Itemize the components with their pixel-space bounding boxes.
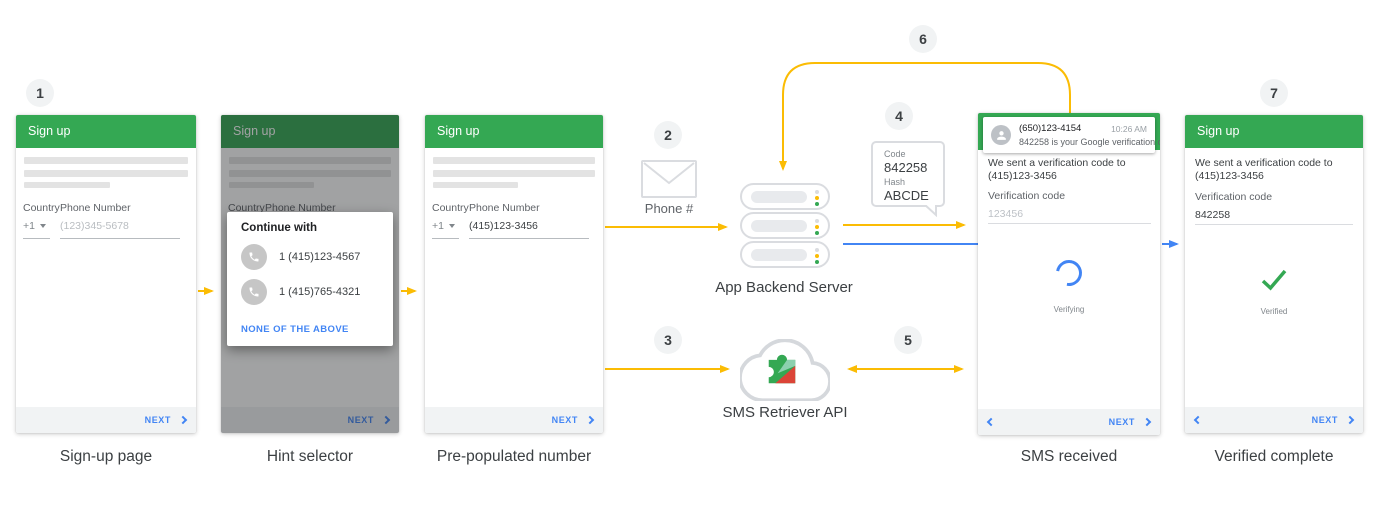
next-button[interactable]: NEXT: [1109, 417, 1152, 427]
verification-code-input[interactable]: 123456: [988, 208, 1023, 221]
server-icon: [740, 241, 830, 268]
phone-icon: [241, 244, 267, 270]
caption-hint: Hint selector: [266, 448, 354, 465]
step-badge-7: 7: [1260, 79, 1288, 107]
next-button[interactable]: NEXT: [145, 415, 188, 425]
caption-signup: Sign-up page: [59, 448, 153, 465]
placeholder-bar: [24, 170, 188, 177]
caption-verified: Verified complete: [1214, 448, 1334, 465]
chevron-right-icon: [1142, 417, 1152, 427]
phone-number-label: Phone Number: [60, 202, 131, 214]
code-underline: [988, 223, 1151, 224]
envelope-icon: [641, 160, 697, 198]
server-icon: [740, 183, 830, 210]
none-of-the-above-link[interactable]: NONE OF THE ABOVE: [241, 324, 349, 335]
back-button[interactable]: [986, 417, 996, 427]
sms-notification[interactable]: (650)123-4154 10:26 AM 842258 is your Go…: [983, 117, 1160, 153]
signup-header: Sign up: [425, 115, 603, 148]
verified-check-icon: [1261, 269, 1287, 291]
back-button[interactable]: [1193, 415, 1203, 425]
phone-prepopulated: Sign up Country Phone Number +1 (415)123…: [425, 115, 603, 433]
step-badge-4: 4: [885, 102, 913, 130]
placeholder-bar: [433, 157, 595, 164]
signup-footer: NEXT: [16, 407, 196, 433]
hash-label: Hash: [884, 177, 906, 187]
chevron-down-icon: [39, 224, 46, 229]
step-badge-3: 3: [654, 326, 682, 354]
verifying-spinner: [1050, 254, 1088, 292]
verification-code-label: Verification code: [1195, 191, 1273, 203]
sms-retriever-api-label: SMS Retriever API: [722, 404, 848, 421]
sent-code-text: We sent a verification code to (415)123-…: [988, 157, 1126, 182]
step-badge-1: 1: [26, 79, 54, 107]
phone-verified: Sign up We sent a verification code to (…: [1185, 115, 1363, 433]
hash-value: ABCDE: [884, 188, 929, 203]
code-label: Code: [884, 149, 906, 159]
cloud-api-icon: [738, 338, 832, 403]
bubble-tail: [923, 203, 937, 217]
step-badge-6: 6: [909, 25, 937, 53]
chevron-down-icon: [448, 224, 455, 229]
country-select[interactable]: +1: [432, 220, 455, 232]
phone-number-input[interactable]: (123)345-5678: [60, 220, 129, 232]
phone-signup: Sign up Country Phone Number +1 (123)345…: [16, 115, 196, 433]
phone-number-payload-label: Phone #: [644, 201, 694, 216]
notification-sender: (650)123-4154: [1019, 123, 1082, 134]
caption-prepopulated: Pre-populated number: [436, 448, 592, 465]
verifying-status: Verifying: [1053, 305, 1085, 314]
country-select[interactable]: +1: [23, 220, 46, 232]
verification-code-value[interactable]: 842258: [1195, 209, 1230, 222]
caption-sms: SMS received: [1020, 448, 1118, 465]
next-button[interactable]: NEXT: [552, 415, 595, 425]
verified-status: Verified: [1260, 307, 1288, 316]
phone-number-label: Phone Number: [469, 202, 540, 214]
dialog-title: Continue with: [241, 222, 318, 234]
country-label: Country: [23, 202, 60, 214]
phone-hint-selector: Sign up Country Phone Number Continue wi…: [221, 115, 399, 433]
phone-underline: [60, 238, 180, 239]
placeholder-bar: [433, 170, 595, 177]
step-badge-5: 5: [894, 326, 922, 354]
placeholder-bar: [24, 157, 188, 164]
phone-icon: [241, 279, 267, 305]
code-underline: [1195, 224, 1353, 225]
chevron-right-icon: [178, 415, 188, 425]
prepopulated-footer: NEXT: [425, 407, 603, 433]
server-icon: [740, 212, 830, 239]
phone-number-input[interactable]: (415)123-3456: [469, 220, 538, 232]
code-hash-bubble: Code 842258 Hash ABCDE: [871, 141, 945, 217]
step-badge-2: 2: [654, 121, 682, 149]
backend-server-label: App Backend Server: [715, 279, 853, 296]
avatar: [991, 125, 1011, 145]
phone-underline: [469, 238, 589, 239]
chevron-right-icon: [585, 415, 595, 425]
verified-footer: NEXT: [1185, 407, 1363, 433]
chevron-right-icon: [1345, 415, 1355, 425]
notification-time: 10:26 AM: [1111, 124, 1147, 134]
country-underline: [432, 238, 459, 239]
placeholder-bar: [24, 182, 110, 188]
signup-header: Sign up: [1185, 115, 1363, 148]
hint-selector-dialog: Continue with 1 (415)123-4567 1 (415)765…: [227, 212, 393, 346]
phone-sms-received: (650)123-4154 10:26 AM 842258 is your Go…: [978, 113, 1160, 435]
notification-message: 842258 is your Google verification code: [1019, 137, 1160, 147]
sms-retriever-flow-diagram: 1 2 3 4 5 6 7 Sign up Country Phone Numb…: [0, 0, 1380, 520]
code-value: 842258: [884, 160, 928, 175]
signup-header: Sign up: [16, 115, 196, 148]
flow-arrows: [198, 62, 1179, 373]
next-button[interactable]: NEXT: [1312, 415, 1355, 425]
sms-footer: NEXT: [978, 409, 1160, 435]
verification-code-label: Verification code: [988, 190, 1066, 202]
placeholder-bar: [433, 182, 518, 188]
phone-hint-option-1[interactable]: 1 (415)123-4567: [241, 244, 360, 270]
sent-code-text: We sent a verification code to (415)123-…: [1195, 157, 1333, 182]
phone-hint-option-2[interactable]: 1 (415)765-4321: [241, 279, 360, 305]
country-underline: [23, 238, 50, 239]
country-label: Country: [432, 202, 469, 214]
